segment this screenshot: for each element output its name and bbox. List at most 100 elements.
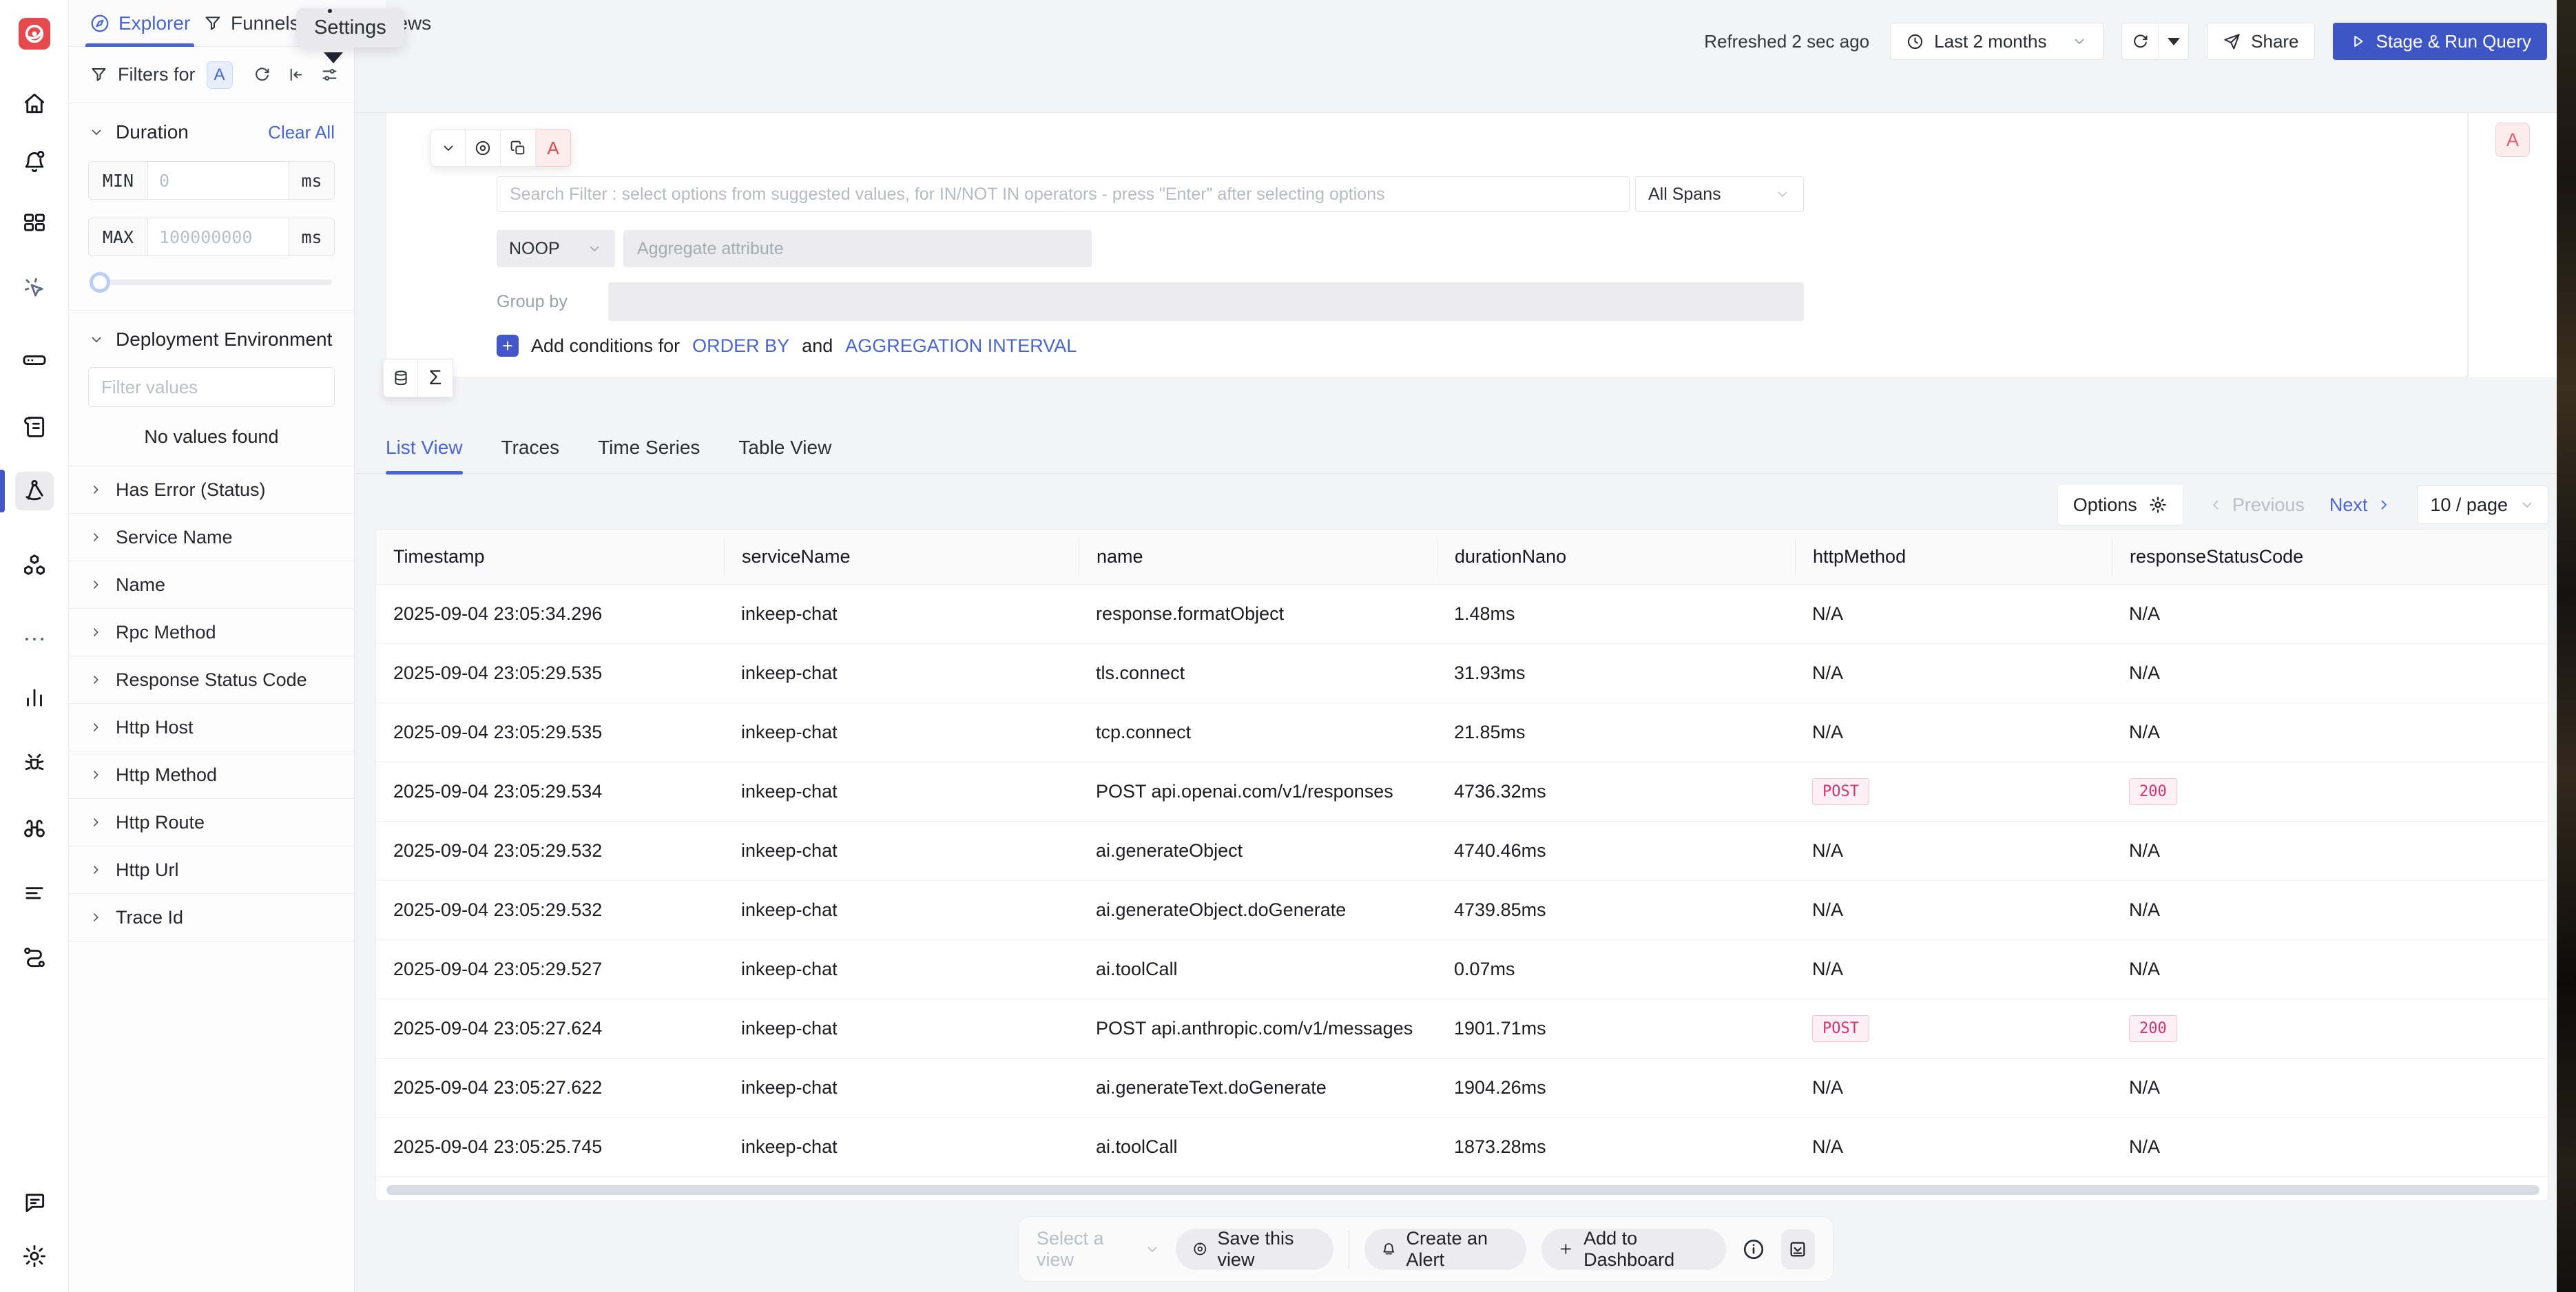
messaging-queues-nav[interactable] — [15, 546, 54, 585]
exceptions-nav[interactable] — [15, 744, 54, 782]
tab-traces[interactable]: Traces — [501, 421, 560, 474]
filter-section-http-url[interactable]: Http Url — [69, 846, 354, 894]
cell-status: N/A — [2112, 603, 2548, 625]
filter-section-http-host[interactable]: Http Host — [69, 704, 354, 751]
clone-query-button[interactable] — [501, 129, 536, 167]
signoz-logo[interactable] — [19, 18, 50, 50]
duration-collapse-toggle[interactable] — [88, 124, 105, 140]
sync-filters-button[interactable] — [253, 65, 271, 84]
tab-table-view[interactable]: Table View — [738, 421, 831, 474]
filter-section-trace-id[interactable]: Trace Id — [69, 894, 354, 941]
filter-section-has-error[interactable]: Has Error (Status) — [69, 466, 354, 514]
table-row[interactable]: 2025-09-04 23:05:25.745inkeep-chatai.too… — [376, 1118, 2548, 1177]
share-button[interactable]: Share — [2207, 23, 2314, 60]
settings-nav[interactable] — [15, 1237, 54, 1275]
support-nav[interactable] — [15, 1183, 54, 1222]
min-input[interactable]: 0 — [148, 162, 289, 199]
add-to-dashboard-button[interactable]: Add to Dashboard — [1541, 1229, 1725, 1270]
collapse-query-button[interactable] — [430, 129, 466, 167]
filter-section-name[interactable]: Name — [69, 561, 354, 609]
filter-section-http-method[interactable]: Http Method — [69, 751, 354, 799]
table-row[interactable]: 2025-09-04 23:05:29.535inkeep-chattls.co… — [376, 644, 2548, 703]
table-row[interactable]: 2025-09-04 23:05:34.296inkeep-chatrespon… — [376, 585, 2548, 644]
logs-nav[interactable] — [15, 408, 54, 446]
collapse-sidebar-button[interactable] — [287, 65, 305, 84]
filter-section-response-status[interactable]: Response Status Code — [69, 656, 354, 704]
col-response-status[interactable]: responseStatusCode — [2112, 538, 2548, 576]
alerts-nav[interactable] — [15, 143, 54, 181]
metrics-nav[interactable] — [15, 678, 54, 717]
col-http-method[interactable]: httpMethod — [1795, 538, 2112, 576]
table-row[interactable]: 2025-09-04 23:05:29.532inkeep-chatai.gen… — [376, 822, 2548, 881]
filter-section-http-route[interactable]: Http Route — [69, 799, 354, 846]
refresh-button[interactable] — [2122, 23, 2158, 59]
query-a-side-badge[interactable]: A — [2495, 123, 2530, 157]
col-service-name[interactable]: serviceName — [724, 538, 1079, 576]
aggregation-interval-link[interactable]: AGGREGATION INTERVAL — [845, 335, 1077, 357]
col-duration[interactable]: durationNano — [1437, 538, 1795, 576]
table-row[interactable]: 2025-09-04 23:05:27.622inkeep-chatai.gen… — [376, 1059, 2548, 1118]
gear-icon — [21, 1243, 48, 1269]
clear-all-link[interactable]: Clear All — [268, 122, 335, 143]
info-button[interactable] — [1741, 1237, 1766, 1262]
aggregate-operator-select[interactable]: NOOP — [497, 230, 615, 267]
page-size-select[interactable]: 10 / page — [2417, 486, 2548, 524]
deployment-collapse-toggle[interactable] — [88, 331, 105, 348]
slider-handle[interactable] — [90, 272, 110, 293]
select-view-dropdown[interactable]: Select a view — [1037, 1228, 1161, 1271]
query-a-chip[interactable]: A — [207, 61, 233, 89]
tab-time-series[interactable]: Time Series — [598, 421, 700, 474]
add-query-button[interactable] — [383, 359, 418, 397]
time-range-select[interactable]: Last 2 months — [1890, 23, 2104, 60]
pipelines-nav[interactable] — [15, 938, 54, 977]
options-button[interactable]: Options — [2058, 485, 2183, 525]
services-nav[interactable] — [15, 269, 54, 307]
cell-duration: 1873.28ms — [1437, 1136, 1795, 1158]
dashboards-nav[interactable] — [15, 203, 54, 242]
span-scope-select[interactable]: All Spans — [1635, 176, 1804, 212]
traces-nav[interactable] — [15, 472, 54, 510]
table-row[interactable]: 2025-09-04 23:05:27.624inkeep-chatPOST a… — [376, 999, 2548, 1059]
download-image-button[interactable] — [1781, 1229, 1815, 1269]
infrastructure-nav[interactable] — [15, 341, 54, 379]
search-filter-input[interactable]: Search Filter : select options from sugg… — [497, 176, 1630, 212]
add-formula-button[interactable]: Σ — [418, 359, 453, 397]
flows-nav[interactable] — [15, 873, 54, 912]
col-name[interactable]: name — [1079, 538, 1437, 576]
deployment-filter-input[interactable]: Filter values — [88, 367, 335, 407]
settings-tooltip-arrow — [324, 52, 343, 63]
max-input[interactable]: 100000000 — [148, 218, 289, 256]
table-row[interactable]: 2025-09-04 23:05:29.535inkeep-chattcp.co… — [376, 703, 2548, 762]
cell-duration: 31.93ms — [1437, 663, 1795, 684]
toggle-query-visibility-button[interactable] — [466, 129, 501, 167]
order-by-link[interactable]: ORDER BY — [692, 335, 789, 357]
refresh-options-button[interactable] — [2158, 23, 2188, 59]
stage-run-query-button[interactable]: Stage & Run Query — [2333, 23, 2547, 60]
filter-settings-button[interactable] — [320, 65, 339, 84]
query-a-badge[interactable]: A — [536, 129, 571, 167]
table-row[interactable]: 2025-09-04 23:05:29.527inkeep-chatai.too… — [376, 940, 2548, 999]
add-to-dashboard-label: Add to Dashboard — [1583, 1228, 1710, 1271]
tab-explorer[interactable]: Explorer — [90, 0, 190, 47]
table-row[interactable]: 2025-09-04 23:05:29.532inkeep-chatai.gen… — [376, 881, 2548, 940]
previous-page-button[interactable]: Previous — [2208, 494, 2305, 516]
disc-icon — [1192, 1240, 1208, 1258]
duration-slider[interactable] — [91, 280, 332, 285]
aggregate-attribute-input[interactable]: Aggregate attribute — [623, 230, 1092, 267]
add-condition-button[interactable]: + — [497, 335, 519, 357]
home-nav[interactable] — [15, 84, 54, 123]
horizontal-scrollbar[interactable] — [386, 1185, 2539, 1195]
filter-section-service-name[interactable]: Service Name — [69, 514, 354, 561]
table-row[interactable]: 2025-09-04 23:05:29.534inkeep-chatPOST a… — [376, 762, 2548, 822]
filter-section-rpc-method[interactable]: Rpc Method — [69, 609, 354, 656]
group-by-input[interactable] — [608, 282, 1804, 321]
save-view-button[interactable]: Save this view — [1176, 1229, 1333, 1270]
next-page-button[interactable]: Next — [2329, 494, 2393, 516]
save-view-label: Save this view — [1217, 1228, 1317, 1271]
tab-funnels[interactable]: Funnels — [203, 0, 300, 47]
create-alert-button[interactable]: Create an Alert — [1364, 1229, 1527, 1270]
tab-list-view[interactable]: List View — [386, 421, 463, 474]
explore-nav[interactable] — [15, 809, 54, 848]
col-timestamp[interactable]: Timestamp — [376, 546, 724, 567]
more-nav[interactable] — [15, 620, 54, 658]
